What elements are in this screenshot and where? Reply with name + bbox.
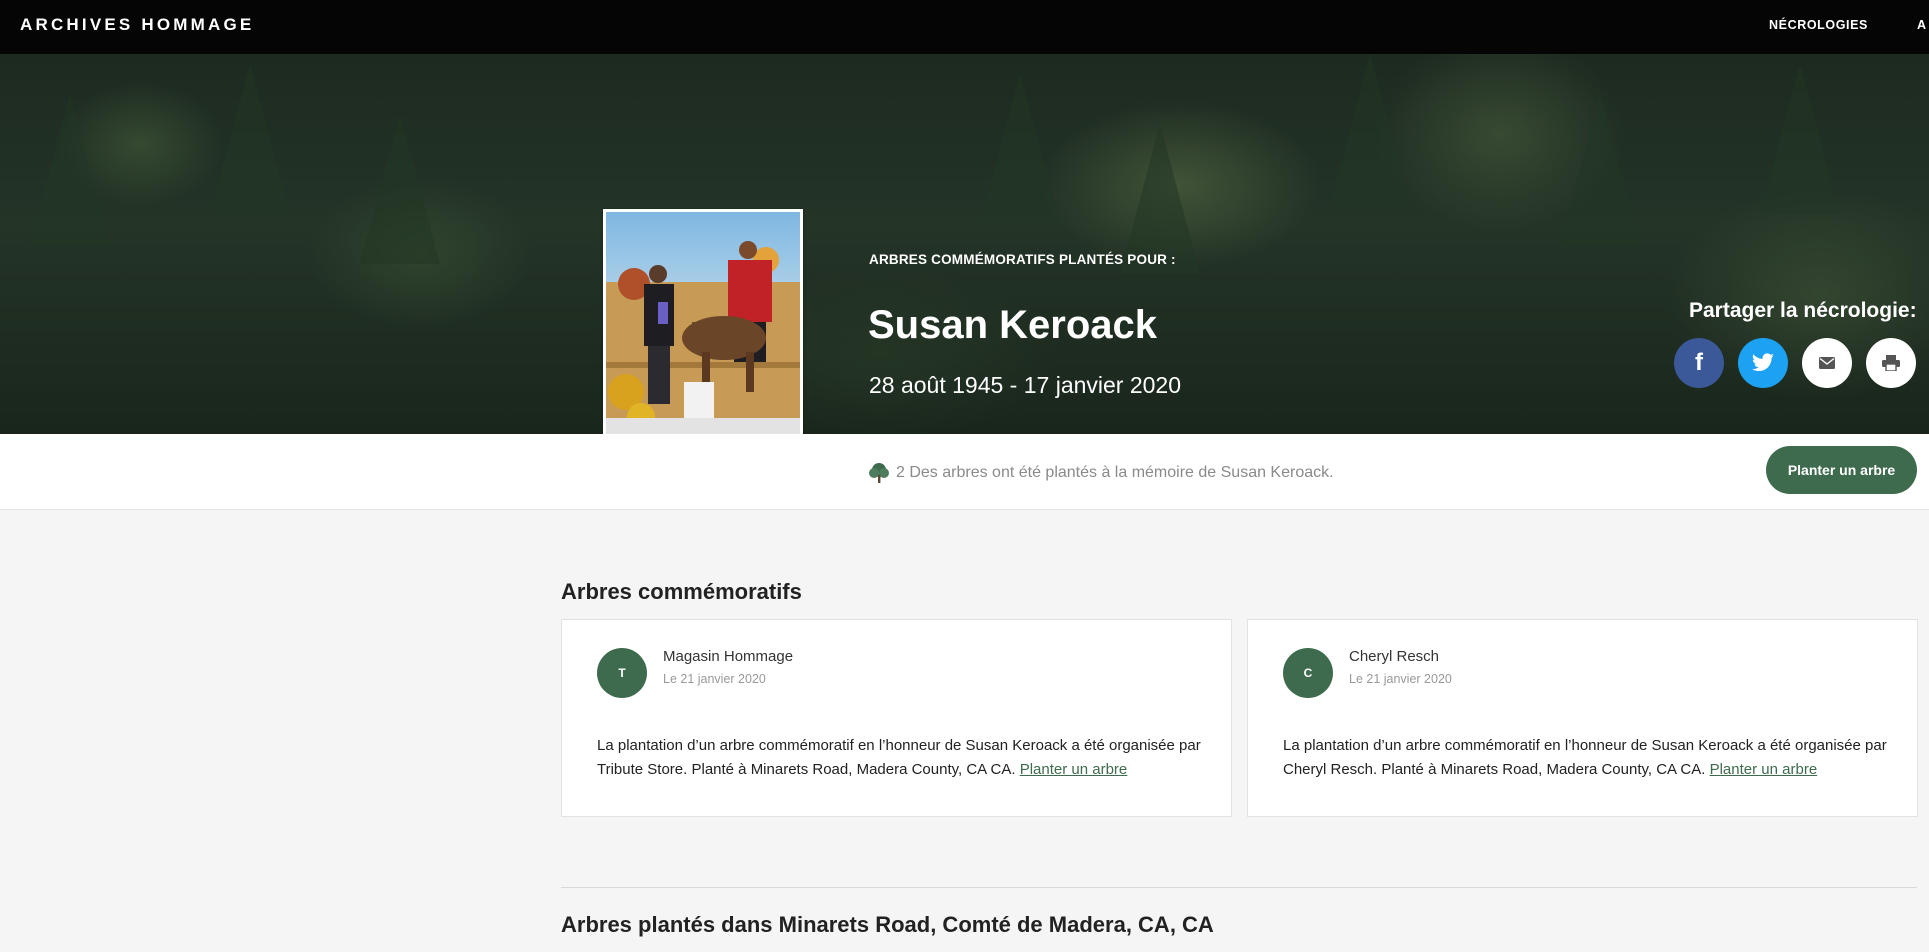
card-description: La plantation d’un arbre commémoratif en… — [597, 734, 1217, 782]
avatar: C — [1283, 648, 1333, 698]
tree-icon — [869, 463, 889, 483]
deceased-photo — [603, 209, 803, 466]
photo-illustration — [606, 241, 800, 463]
life-dates: 28 août 1945 - 17 janvier 2020 — [869, 372, 1182, 398]
location-trees-heading: Arbres plantés dans Minarets Road, Comté… — [561, 912, 1214, 937]
top-navigation-bar: ARCHIVES HOMMAGE NÉCROLOGIES A — [0, 0, 1929, 54]
planter-name: Cheryl Resch — [1349, 648, 1440, 665]
section-divider — [561, 887, 1917, 888]
nav-link-truncated[interactable]: A — [1917, 18, 1927, 32]
avatar: T — [597, 648, 647, 698]
print-icon — [1882, 355, 1900, 371]
share-twitter-button[interactable] — [1738, 338, 1788, 388]
memorial-tree-card: T Magasin Hommage Le 21 janvier 2020 La … — [561, 619, 1232, 817]
planted-date: Le 21 janvier 2020 — [1349, 672, 1452, 686]
plant-tree-link[interactable]: Planter un arbre — [1020, 761, 1128, 778]
nav-link-necrologies[interactable]: NÉCROLOGIES — [1769, 18, 1868, 32]
twitter-icon — [1751, 353, 1774, 371]
email-icon — [1819, 357, 1835, 369]
share-email-button[interactable] — [1802, 338, 1852, 388]
card-description: La plantation d’un arbre commémoratif en… — [1283, 734, 1903, 782]
facebook-icon: f — [1695, 349, 1703, 376]
plant-tree-link[interactable]: Planter un arbre — [1710, 761, 1818, 778]
tree-count-text: 2 Des arbres ont été plantés à la mémoir… — [896, 464, 1334, 481]
share-print-button[interactable] — [1866, 338, 1916, 388]
planter-name: Magasin Hommage — [663, 648, 794, 665]
deceased-name: Susan Keroack — [868, 303, 1158, 347]
memorial-trees-heading: Arbres commémoratifs — [561, 579, 802, 604]
memorial-trees-label: ARBRES COMMÉMORATIFS PLANTÉS POUR : — [869, 252, 1176, 267]
memorial-tree-card: C Cheryl Resch Le 21 janvier 2020 La pla… — [1247, 619, 1918, 817]
site-logo[interactable]: ARCHIVES HOMMAGE — [20, 15, 254, 35]
plant-tree-button[interactable]: Planter un arbre — [1766, 446, 1917, 494]
tree-count-info: 2 Des arbres ont été plantés à la mémoir… — [868, 462, 1334, 484]
planted-date: Le 21 janvier 2020 — [663, 672, 766, 686]
share-facebook-button[interactable]: f — [1674, 338, 1724, 388]
share-obituary-label: Partager la nécrologie: — [1689, 299, 1917, 322]
